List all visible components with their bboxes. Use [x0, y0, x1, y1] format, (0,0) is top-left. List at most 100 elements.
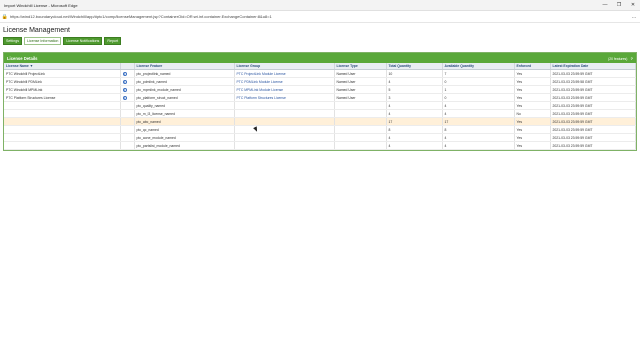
info-cell: i	[120, 93, 135, 102]
license-feature-cell: ptc_m_l3_license_named	[134, 109, 235, 118]
table-row[interactable]: ptc_quality_named 4 4 Yes 2021-03-03 23:59:5…	[4, 101, 636, 110]
feature-count: (20 features)	[608, 56, 628, 61]
license-name-cell	[4, 101, 121, 110]
expiration-date-cell: 2021-03-03 23:59:59 GMT	[550, 117, 636, 126]
table-row[interactable]: ptc_qc_named 8 8 Yes 2021-03-03 23:59:59 GMT	[4, 125, 636, 134]
tab-license-notifications[interactable]: License Notifications	[63, 37, 103, 45]
enforced-cell: No	[514, 109, 551, 118]
info-cell	[120, 109, 135, 118]
info-cell	[120, 101, 135, 110]
table-row[interactable]: ptc_m_l3_license_named 4 4 No 2021-03-03 23:…	[4, 109, 636, 118]
license-type-cell	[334, 125, 387, 134]
total-quantity-cell: 4	[386, 141, 443, 150]
table-row[interactable]: ptc_abc_named 17 17 Yes 2021-03-03 23:59:59 …	[4, 117, 636, 126]
license-name-cell: PTC Windchill ProjectLink	[4, 69, 121, 78]
license-group-cell	[234, 125, 335, 134]
license-group-cell[interactable]: PTC ProjectLink Module License	[234, 69, 335, 78]
info-cell	[120, 133, 135, 142]
license-feature-cell: ptc_pdmlink_named	[134, 77, 235, 86]
expiration-date-cell: 2021-03-03 23:59:58 GMT	[550, 77, 636, 86]
close-button[interactable]: ✕	[626, 0, 640, 11]
enforced-cell: Yes	[514, 93, 551, 102]
total-quantity-cell: 5	[386, 85, 443, 94]
lock-icon[interactable]: 🔒	[0, 14, 10, 20]
expiration-date-cell: 2021-03-03 23:59:59 GMT	[550, 69, 636, 78]
license-group-cell[interactable]: PTC Platform Structures License	[234, 93, 335, 102]
enforced-cell: Yes	[514, 133, 551, 142]
license-feature-cell: ptc_partslist_module_named	[134, 141, 235, 150]
page-content: License Management Settings License Info…	[0, 23, 640, 155]
license-type-cell: Named User	[334, 69, 387, 78]
available-quantity-cell: 1	[442, 85, 515, 94]
license-group-cell[interactable]: PTC PDMLink Module License	[234, 77, 335, 86]
table-row[interactable]: ptc_aone_module_named 4 4 Yes 2021-03-03 23:…	[4, 133, 636, 142]
license-type-cell: Named User	[334, 77, 387, 86]
minimize-button[interactable]: —	[598, 0, 612, 11]
tab-bar: Settings License Information License Not…	[3, 37, 637, 45]
license-name-cell	[4, 133, 121, 142]
enforced-cell: Yes	[514, 101, 551, 110]
info-icon[interactable]: i	[122, 79, 127, 84]
total-quantity-cell: 4	[386, 77, 443, 86]
total-quantity-cell: 3	[386, 93, 443, 102]
license-type-cell: Named User	[334, 93, 387, 102]
table-row[interactable]: PTC Windchill MPMLink i ptc_mpmlink_module…	[4, 85, 636, 94]
enforced-cell: Yes	[514, 69, 551, 78]
panel-title: License Details	[7, 55, 38, 61]
license-type-cell	[334, 117, 387, 126]
total-quantity-cell: 10	[386, 69, 443, 78]
expiration-date-cell: 2021-03-03 23:59:59 GMT	[550, 141, 636, 150]
table-row[interactable]: PTC Platform Structures License i ptc_plat…	[4, 93, 636, 102]
available-quantity-cell: 4	[442, 101, 515, 110]
license-group-cell	[234, 133, 335, 142]
table-row[interactable]: PTC Windchill PDMLink i ptc_pdmlink_named P…	[4, 77, 636, 86]
tab-report[interactable]: Report	[104, 37, 122, 45]
license-feature-cell: ptc_platform_struct_named	[134, 93, 235, 102]
total-quantity-cell: 4	[386, 109, 443, 118]
license-name-cell: PTC Windchill PDMLink	[4, 77, 121, 86]
license-type-cell	[334, 141, 387, 150]
license-table: License Name ▼ License Feature License Gro…	[4, 63, 636, 150]
license-feature-cell: ptc_qc_named	[134, 125, 235, 134]
expiration-date-cell: 2021-03-03 23:59:59 GMT	[550, 101, 636, 110]
available-quantity-cell: 0	[442, 93, 515, 102]
available-quantity-cell: 4	[442, 109, 515, 118]
enforced-cell: Yes	[514, 85, 551, 94]
license-group-cell[interactable]: PTC MPMLink Module License	[234, 85, 335, 94]
expiration-date-cell: 2021-03-03 23:59:59 GMT	[550, 133, 636, 142]
info-cell: i	[120, 69, 135, 78]
license-feature-cell: ptc_abc_named	[134, 117, 235, 126]
info-cell: i	[120, 85, 135, 94]
available-quantity-cell: 17	[442, 117, 515, 126]
tab-license-information[interactable]: License Information	[24, 37, 62, 45]
info-icon[interactable]: i	[122, 95, 127, 100]
info-icon[interactable]: i	[122, 71, 127, 76]
license-feature-cell: ptc_quality_named	[134, 101, 235, 110]
info-icon[interactable]: i	[122, 87, 127, 92]
address-url[interactable]: https://wind12.boundarycloud.net/Windchi…	[10, 14, 628, 19]
panel-header: License Details (20 features) ?	[4, 53, 636, 63]
table-row[interactable]: PTC Windchill ProjectLink i ptc_projectlin…	[4, 69, 636, 78]
total-quantity-cell: 17	[386, 117, 443, 126]
license-name-cell	[4, 125, 121, 134]
enforced-cell: Yes	[514, 141, 551, 150]
help-icon[interactable]: ?	[631, 56, 633, 61]
total-quantity-cell: 8	[386, 125, 443, 134]
info-cell	[120, 117, 135, 126]
address-bar[interactable]: 🔒 https://wind12.boundarycloud.net/Windc…	[0, 11, 640, 23]
license-group-cell	[234, 141, 335, 150]
license-name-cell	[4, 117, 121, 126]
enforced-cell: Yes	[514, 125, 551, 134]
more-options-icon[interactable]: …	[628, 14, 640, 20]
total-quantity-cell: 4	[386, 133, 443, 142]
available-quantity-cell: 7	[442, 69, 515, 78]
enforced-cell: Yes	[514, 77, 551, 86]
tab-settings[interactable]: Settings	[3, 37, 22, 45]
restore-button[interactable]: ❐	[612, 0, 626, 11]
license-type-cell	[334, 133, 387, 142]
window-titlebar: Import Windchill License - Microsoft Edg…	[0, 0, 640, 11]
table-row[interactable]: ptc_partslist_module_named 4 4 Yes 2021-03-0…	[4, 141, 636, 150]
info-cell	[120, 125, 135, 134]
enforced-cell: Yes	[514, 117, 551, 126]
license-group-cell	[234, 101, 335, 110]
